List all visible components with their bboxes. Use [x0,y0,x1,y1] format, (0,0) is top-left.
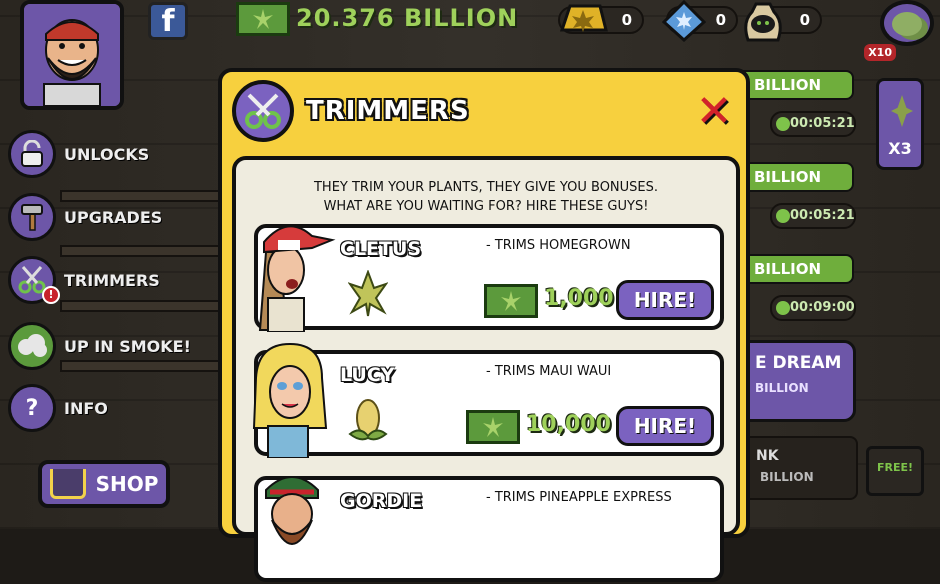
grow-timer-text: 00:09:00 [790,300,855,315]
trimmer-strain: - TRIMS MAUI WAUI [486,364,612,379]
cash-icon [466,410,520,444]
cletus-portrait [258,225,336,332]
dream-upgrade-button[interactable]: E DREAM BILLION [740,340,856,422]
grow-timer-text: 00:05:21 [790,116,855,131]
boost-label: X3 [888,139,912,158]
facebook-icon[interactable]: f [148,2,188,40]
dialog-description: THEY TRIM YOUR PLANTS, THEY GIVE YOU BON… [236,178,736,216]
blue-gem-icon [661,0,708,43]
menu-info[interactable]: ? INFO [8,384,108,432]
hire-button[interactable]: HIRE! [616,280,714,320]
grow-timer-text: 00:05:21 [790,208,855,223]
trimmer-name: GORDIE [340,490,423,512]
menu-upgrades-label: UPGRADES [64,207,163,227]
cart-icon [49,469,86,499]
grow-bar: BILLION [740,70,854,100]
shop-label: SHOP [95,472,159,496]
gem-count: 0 [715,11,726,29]
grow-timer: 00:05:21 [770,111,856,137]
money-counter: 20.376 BILLION [296,4,519,32]
menu-upgrades[interactable]: UPGRADES [8,193,162,241]
shop-button[interactable]: SHOP [38,460,170,508]
seed-count: 0 [799,11,810,29]
trimmers-dialog: TRIMMERS ✕ THEY TRIM YOUR PLANTS, THEY G… [218,68,750,582]
grow-timer: 00:05:21 [770,203,856,229]
gold-count: 0 [621,11,632,29]
menu-unlocks[interactable]: UNLOCKS [8,130,149,178]
timer-icon [776,209,790,223]
trimmer-price: 1,000 [544,286,614,311]
player-avatar[interactable] [20,0,124,110]
locked-strain-panel: NK BILLION [740,436,858,500]
trimmer-card-gordie: GORDIE - TRIMS PINEAPPLE EXPRESS [254,476,724,582]
dream-title: E DREAM [755,353,842,373]
lucy-portrait [252,342,328,458]
maui-waui-bud-icon [348,399,388,441]
notification-badge: ! [42,286,60,304]
grow-bar: BILLION [740,162,854,192]
trimmer-card-cletus: CLETUS - TRIMS HOMEGROWN 1,000 HIRE! [254,224,724,332]
grow-bar: BILLION [740,254,854,284]
trimmers-list[interactable]: THEY TRIM YOUR PLANTS, THEY GIVE YOU BON… [232,156,740,582]
free-label: FREE! [876,461,914,474]
locked-strain-title: NK [756,448,779,464]
trimmer-name: CLETUS [340,238,422,260]
timer-icon [776,117,790,131]
lock-icon [8,130,56,178]
smoke-cloud-icon [8,322,56,370]
menu-info-label: INFO [64,398,108,418]
menu-trimmers-label: TRIMMERS [64,270,160,290]
trimmer-card-lucy: LUCY - TRIMS MAUI WAUI 10,000 HIRE! [252,342,724,458]
gold-bar-icon [556,0,608,40]
hammer-icon [8,193,56,241]
scissors-icon [232,80,294,142]
homegrown-bud-icon [348,270,388,317]
multiplier-badge: X10 [864,44,896,61]
menu-unlocks-label: UNLOCKS [64,144,150,164]
bud-stash-button[interactable] [880,0,934,46]
boost-button[interactable]: X3 [876,78,924,170]
menu-up-in-smoke-label: UP IN SMOKE! [64,336,191,356]
seed-bag-icon [740,0,786,42]
free-tv-button[interactable]: FREE! [866,446,924,496]
question-icon: ? [8,384,56,432]
cash-icon [236,2,290,36]
timer-icon [776,301,790,315]
hire-button[interactable]: HIRE! [616,406,714,446]
menu-trimmers[interactable]: ! TRIMMERS [8,256,160,304]
trimmer-price: 10,000 [526,412,611,437]
cash-icon [484,284,538,318]
trimmer-strain: - TRIMS HOMEGROWN [486,238,631,253]
description-line: THEY TRIM YOUR PLANTS, THEY GIVE YOU BON… [313,180,659,195]
gordie-portrait [265,476,319,545]
dream-subtitle: BILLION [755,381,809,395]
dialog-title: TRIMMERS [306,96,470,126]
menu-up-in-smoke[interactable]: UP IN SMOKE! [8,322,191,370]
close-icon[interactable]: ✕ [692,90,736,136]
trimmer-name: LUCY [340,364,395,386]
locked-strain-price: BILLION [760,470,814,484]
trimmer-strain: - TRIMS PINEAPPLE EXPRESS [486,490,672,505]
grow-timer: 00:09:00 [770,295,856,321]
